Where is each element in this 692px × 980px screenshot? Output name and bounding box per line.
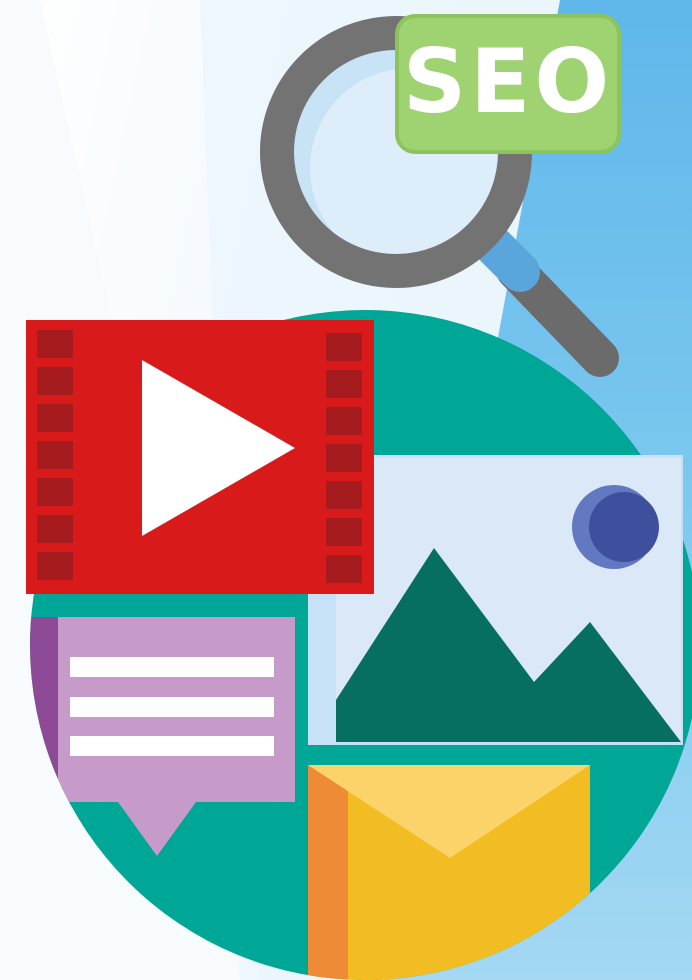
digital-marketing-illustration: SEO: [0, 0, 692, 980]
film-strip-left: [37, 330, 73, 580]
seo-badge-text: SEO: [403, 30, 613, 133]
seo-badge: SEO: [395, 14, 621, 154]
video-player-icon: [26, 320, 374, 594]
film-strip-right: [326, 333, 362, 583]
